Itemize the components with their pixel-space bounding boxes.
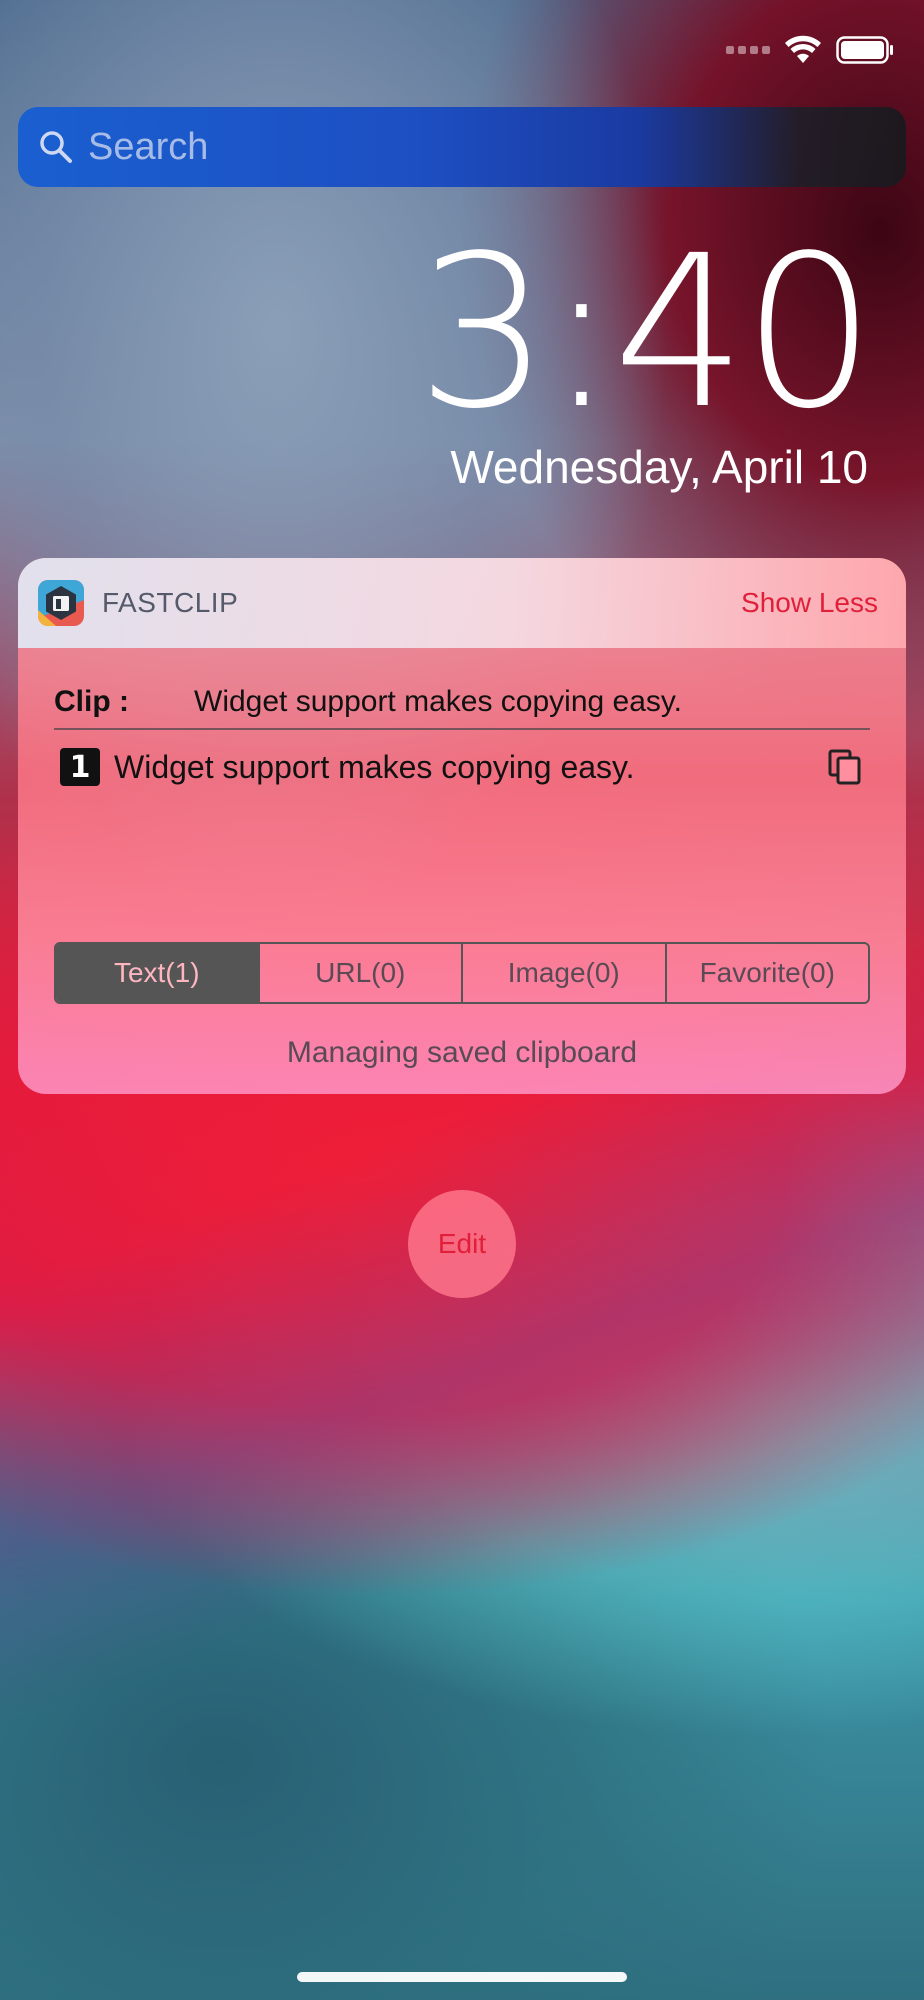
battery-icon: [836, 36, 893, 64]
tab-url[interactable]: URL(0): [257, 944, 462, 1002]
clip-list-item[interactable]: 1 Widget support makes copying easy.: [54, 740, 870, 794]
show-less-button[interactable]: Show Less: [741, 587, 878, 619]
fastclip-app-icon: [38, 580, 84, 626]
current-clip-row: Clip : Widget support makes copying easy…: [54, 676, 870, 730]
widget-header: FASTCLIP Show Less: [18, 558, 906, 648]
clip-value: Widget support makes copying easy.: [194, 685, 683, 718]
item-index-badge: 1: [60, 748, 100, 786]
clock-time: 3:40: [416, 210, 876, 455]
tab-favorite[interactable]: Favorite(0): [664, 944, 869, 1002]
widget-footer-text: Managing saved clipboard: [286, 1036, 638, 1069]
app-name: FASTCLIP: [102, 587, 239, 618]
home-indicator[interactable]: [297, 1972, 627, 1982]
category-segmented-control: Text(1) URL(0) Image(0) Favorite(0): [54, 942, 870, 1004]
search-bar[interactable]: Search: [18, 107, 906, 187]
item-text: Widget support makes copying easy.: [114, 748, 635, 785]
tab-image[interactable]: Image(0): [461, 944, 665, 1002]
clock-date: Wednesday, April 10: [450, 441, 868, 493]
tab-text[interactable]: Text(1): [56, 944, 258, 1002]
cellular-dots-icon: [726, 46, 770, 54]
search-placeholder: Search: [88, 125, 209, 168]
copy-icon[interactable]: [828, 749, 862, 785]
clip-label: Clip :: [54, 685, 129, 718]
search-icon: [40, 131, 72, 163]
wifi-icon: [785, 35, 821, 63]
status-bar: [726, 28, 894, 72]
fastclip-widget: FASTCLIP Show Less Clip : Widget support…: [18, 558, 906, 1094]
edit-button[interactable]: Edit: [408, 1190, 516, 1298]
